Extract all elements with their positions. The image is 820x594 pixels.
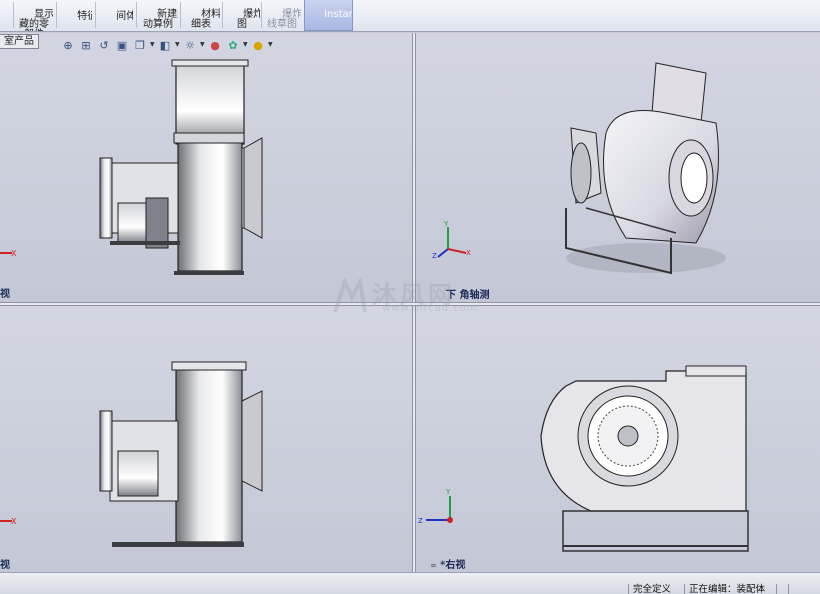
view-label-right-wrap: ∞ *右视 bbox=[430, 556, 465, 571]
dropdown-arrow-icon[interactable]: ▼ bbox=[200, 37, 205, 53]
mate-button[interactable]: 间体 ▼ bbox=[97, 0, 133, 31]
command-manager-ribbon: ◂ 显示隐 藏的零 部件 特征 ▼ 间体 ▼ 新建运 动算例 材料明 细表 爆炸… bbox=[0, 0, 820, 32]
axis-triad: X bbox=[0, 517, 17, 526]
section-view-icon[interactable]: ▣ bbox=[114, 37, 130, 53]
view-settings-icon[interactable]: ● bbox=[250, 37, 266, 53]
features-button[interactable]: 特征 ▼ bbox=[58, 0, 92, 31]
axis-triad: X bbox=[0, 249, 17, 258]
ribbon-separator bbox=[180, 2, 181, 28]
dropdown-arrow-icon[interactable]: ▼ bbox=[150, 37, 155, 53]
zoom-to-area-icon[interactable]: ⊞ bbox=[78, 37, 94, 53]
axis-z-label: Z bbox=[432, 252, 437, 259]
status-spacer bbox=[788, 584, 800, 594]
link-view-icon: ∞ bbox=[430, 560, 437, 570]
viewport-left[interactable]: X 视 bbox=[0, 306, 412, 572]
show-hidden-components-button[interactable]: 显示隐 藏的零 部件 bbox=[15, 0, 53, 32]
axis-triad: Y Z bbox=[418, 488, 453, 525]
axis-y-label: Y bbox=[445, 488, 451, 496]
status-spacer bbox=[776, 584, 788, 594]
ribbon-separator bbox=[222, 2, 223, 28]
new-motion-study-button[interactable]: 新建运 动算例 bbox=[138, 0, 178, 31]
fan-front-view-drawing bbox=[99, 59, 263, 275]
axis-z-label: Z bbox=[418, 517, 423, 525]
feature-tree-tab-label: 室产品 bbox=[4, 36, 34, 47]
feature-tree-tab[interactable]: 室产品 bbox=[0, 34, 39, 49]
fan-right-view-drawing bbox=[540, 365, 749, 552]
button-label: 特征 bbox=[77, 11, 92, 22]
bill-of-materials-button[interactable]: 材料明 细表 bbox=[182, 0, 220, 31]
button-label: 爆炸视 图 bbox=[237, 9, 260, 30]
previous-view-icon[interactable]: ↺ bbox=[96, 37, 112, 53]
fan-side-view-drawing bbox=[99, 361, 263, 547]
axis-y-label: Y bbox=[443, 220, 449, 228]
view-label-right: *右视 bbox=[440, 560, 466, 571]
button-label: 新建运 动算例 bbox=[143, 9, 178, 30]
status-definition: 完全定义 bbox=[628, 584, 671, 594]
dropdown-arrow-icon[interactable]: ▼ bbox=[243, 37, 248, 53]
viewport-isometric[interactable]: Y X Z 下 角轴测 bbox=[416, 33, 820, 302]
ribbon-separator bbox=[13, 2, 14, 28]
exploded-view-button[interactable]: 爆炸视 图 bbox=[224, 0, 260, 31]
solidworks-window: ◂ 显示隐 藏的零 部件 特征 ▼ 间体 ▼ 新建运 动算例 材料明 细表 爆炸… bbox=[0, 0, 820, 594]
button-label: 材料明 细表 bbox=[191, 9, 220, 30]
ribbon-separator bbox=[261, 2, 262, 28]
edit-appearance-icon[interactable]: ● bbox=[207, 37, 223, 53]
viewport-splitter-horizontal[interactable] bbox=[0, 302, 820, 306]
dropdown-arrow-icon[interactable]: ▼ bbox=[175, 37, 180, 53]
instant3d-button[interactable]: Instant3D bbox=[304, 0, 353, 31]
viewport-front[interactable]: X 视 bbox=[0, 33, 412, 302]
button-label: Instant3D bbox=[324, 9, 352, 20]
partial-button[interactable]: ◂ bbox=[0, 0, 6, 31]
view-label-front: 视 bbox=[0, 289, 10, 300]
button-label: 爆炸直 线草图 bbox=[267, 9, 301, 30]
axis-triad: Y X Z bbox=[432, 220, 471, 259]
view-label-isometric: 下 角轴测 bbox=[446, 290, 490, 301]
zoom-to-fit-icon[interactable]: ⊕ bbox=[60, 37, 76, 53]
axis-x-label: X bbox=[11, 249, 17, 258]
viewport-right[interactable]: Y Z ∞ *右视 bbox=[416, 306, 820, 572]
view-orientation-icon[interactable]: ❒ bbox=[132, 37, 148, 53]
heads-up-view-toolbar: ⊕ ⊞ ↺ ▣ ❒ ▼ ◧ ▼ ☼ ▼ ● ✿ ▼ ● ▼ bbox=[60, 37, 273, 53]
explode-line-sketch-button[interactable]: 爆炸直 线草图 bbox=[263, 0, 301, 31]
axis-x-label: X bbox=[11, 517, 17, 526]
status-editing: 正在编辑：装配体 bbox=[684, 584, 765, 594]
hide-show-items-icon[interactable]: ☼ bbox=[182, 37, 198, 53]
apply-scene-icon[interactable]: ✿ bbox=[225, 37, 241, 53]
fan-isometric-drawing bbox=[565, 62, 726, 275]
ribbon-separator bbox=[56, 2, 57, 28]
button-label: 显示隐 藏的零 部件 bbox=[19, 9, 53, 32]
status-bar: 完全定义 正在编辑：装配体 bbox=[0, 572, 820, 594]
ribbon-separator bbox=[136, 2, 137, 28]
button-label: 间体 bbox=[116, 11, 133, 22]
axis-x-label: X bbox=[466, 249, 471, 257]
display-style-icon[interactable]: ◧ bbox=[157, 37, 173, 53]
ribbon-separator bbox=[95, 2, 96, 28]
view-label-left: 视 bbox=[0, 560, 10, 571]
dropdown-arrow-icon[interactable]: ▼ bbox=[268, 37, 273, 53]
